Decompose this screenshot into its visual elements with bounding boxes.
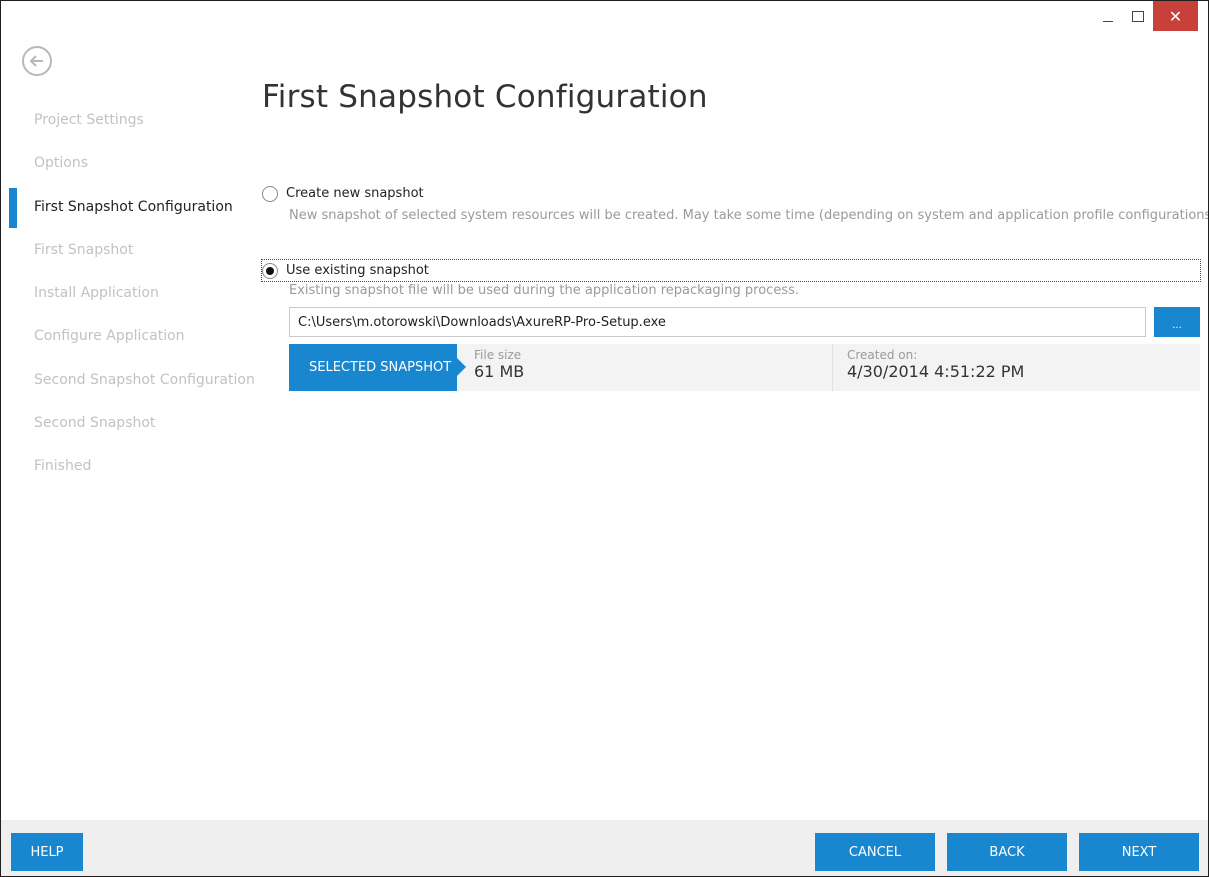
footer-bar: HELP CANCEL BACK NEXT: [1, 820, 1208, 876]
radio-selected-icon: [262, 262, 278, 279]
radio-unselected-icon: [262, 185, 278, 202]
create-new-snapshot-description: New snapshot of selected system resource…: [289, 208, 1209, 223]
use-existing-snapshot-radio[interactable]: Use existing snapshot: [261, 259, 1201, 282]
sidebar-item-second-snapshot-configuration[interactable]: Second Snapshot Configuration: [1, 359, 255, 402]
snapshot-path-row: ...: [289, 307, 1200, 337]
sidebar-item-label: Install Application: [34, 285, 159, 302]
file-size-label: File size: [474, 348, 522, 362]
sidebar-item-label: Configure Application: [34, 328, 185, 345]
sidebar-item-project-settings[interactable]: Project Settings: [1, 99, 251, 142]
use-existing-snapshot-label: Use existing snapshot: [286, 263, 429, 278]
back-button[interactable]: BACK: [947, 833, 1067, 871]
sidebar-item-second-snapshot[interactable]: Second Snapshot: [1, 402, 251, 445]
sidebar-item-configure-application[interactable]: Configure Application: [1, 315, 251, 358]
selected-snapshot-panel: SELECTED SNAPSHOT File size 61 MB Create…: [289, 344, 1200, 391]
sidebar-item-label: First Snapshot: [34, 241, 134, 258]
back-arrow-button[interactable]: [22, 46, 52, 76]
sidebar-item-options[interactable]: Options: [1, 142, 251, 185]
snapshot-path-input[interactable]: [289, 307, 1146, 337]
help-button[interactable]: HELP: [11, 833, 83, 871]
back-arrow-icon: [29, 55, 43, 67]
created-on-cell: Created on: 4/30/2014 4:51:22 PM: [833, 344, 1024, 391]
sidebar-item-first-snapshot[interactable]: First Snapshot: [1, 229, 251, 272]
sidebar-item-label: First Snapshot Configuration: [34, 198, 233, 215]
page-title: First Snapshot Configuration: [262, 79, 708, 115]
sidebar-item-label: Project Settings: [34, 112, 144, 128]
use-existing-snapshot-description: Existing snapshot file will be used duri…: [289, 283, 800, 298]
option-use-existing-snapshot: Use existing snapshot Existing snapshot …: [261, 259, 1201, 298]
close-icon: ✕: [1168, 6, 1183, 26]
minimize-button[interactable]: [1093, 1, 1123, 31]
maximize-button[interactable]: [1123, 1, 1153, 31]
wizard-steps-sidebar: Project Settings Options First Snapshot …: [1, 99, 255, 489]
window-controls: ✕: [1093, 1, 1198, 31]
sidebar-item-install-application[interactable]: Install Application: [1, 272, 251, 315]
create-new-snapshot-radio[interactable]: Create new snapshot: [262, 183, 1200, 204]
created-on-label: Created on:: [847, 348, 918, 362]
sidebar-item-label: Finished: [34, 458, 92, 475]
sidebar-item-finished[interactable]: Finished: [1, 445, 251, 488]
sidebar-item-label: Second Snapshot: [34, 415, 156, 432]
close-button[interactable]: ✕: [1153, 1, 1198, 31]
sidebar-item-label: Second Snapshot Configuration: [34, 371, 255, 388]
create-new-snapshot-label: Create new snapshot: [286, 186, 424, 201]
browse-button[interactable]: ...: [1154, 307, 1200, 337]
minimize-icon: [1103, 20, 1113, 22]
created-on-value: 4/30/2014 4:51:22 PM: [847, 362, 1025, 381]
cancel-button[interactable]: CANCEL: [815, 833, 935, 871]
next-button[interactable]: NEXT: [1079, 833, 1199, 871]
maximize-icon: [1132, 10, 1144, 22]
sidebar-item-first-snapshot-configuration[interactable]: First Snapshot Configuration: [1, 186, 251, 229]
sidebar-item-label: Options: [34, 155, 89, 172]
app-window: ✕ Project Settings Options First Snapsho…: [0, 0, 1209, 877]
option-create-new-snapshot: Create new snapshot New snapshot of sele…: [262, 183, 1209, 223]
file-size-value: 61 MB: [474, 362, 525, 381]
file-size-cell: File size 61 MB: [457, 344, 833, 391]
selected-snapshot-label: SELECTED SNAPSHOT: [289, 344, 466, 391]
